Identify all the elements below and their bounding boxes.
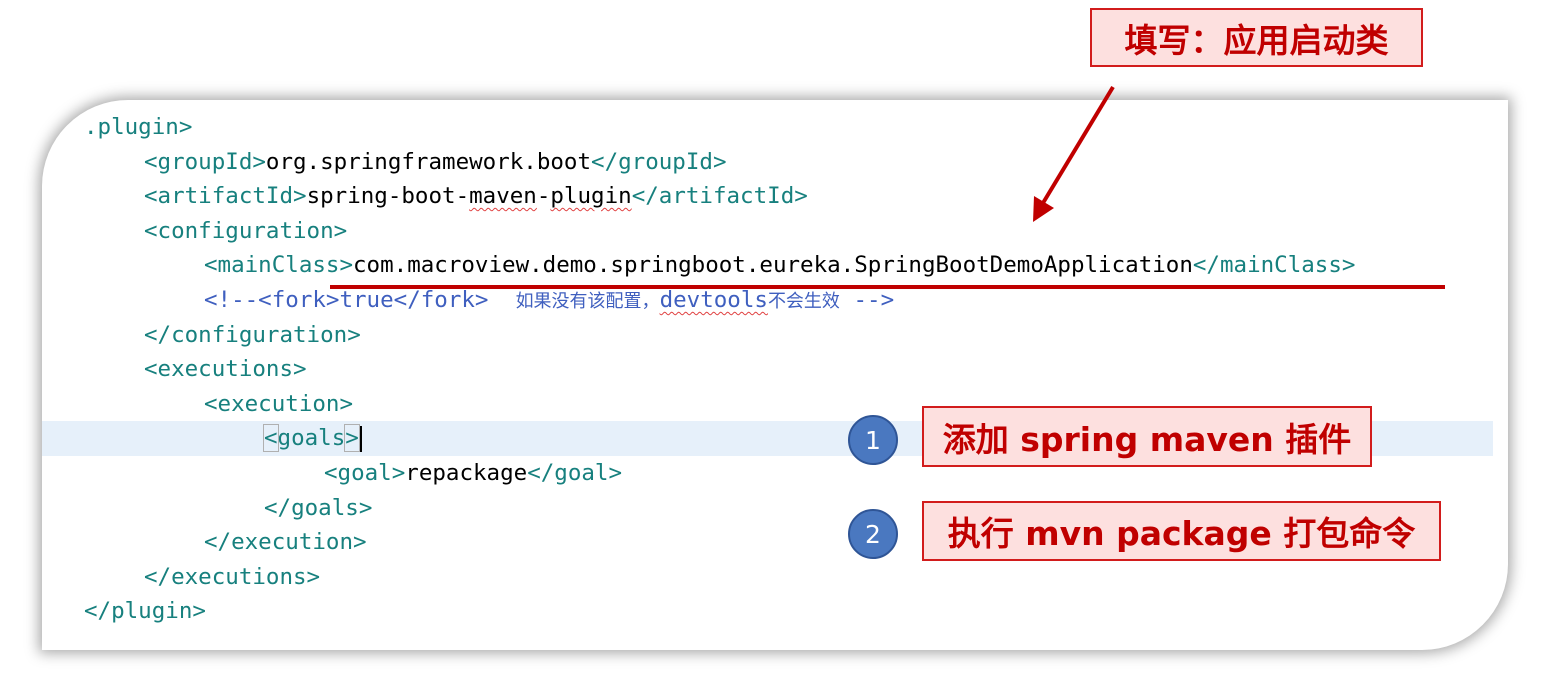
callout-arrow (1033, 85, 1115, 222)
step-2-badge: 2 (848, 509, 898, 559)
step-2-callout: 执行 mvn package 打包命令 (922, 501, 1441, 561)
step-1-badge: 1 (848, 415, 898, 465)
step-1-callout: 添加 spring maven 插件 (922, 406, 1372, 467)
